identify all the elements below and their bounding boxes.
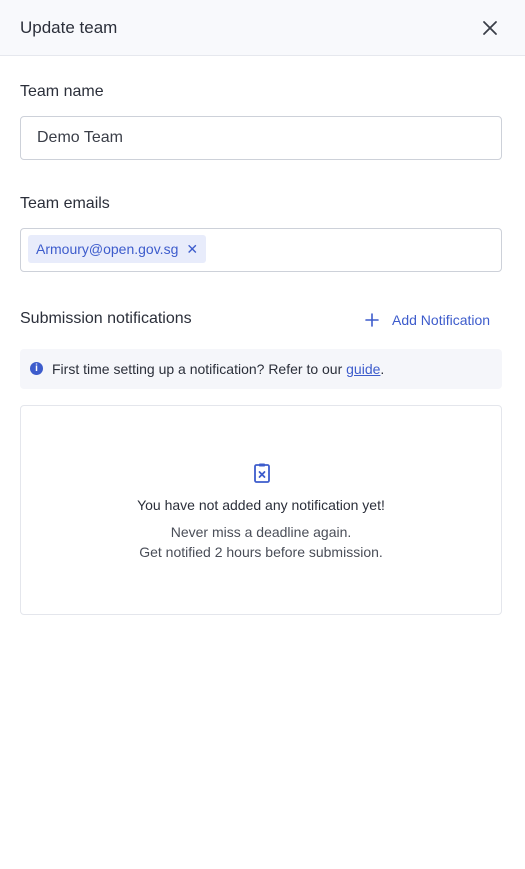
submission-notifications-heading: Submission notifications xyxy=(20,310,192,327)
close-button[interactable] xyxy=(478,16,502,40)
empty-state-title: You have not added any notification yet! xyxy=(137,497,385,513)
team-emails-input[interactable]: Armoury@open.gov.sg ✕ xyxy=(20,228,502,272)
add-notification-label: Add Notification xyxy=(392,312,491,328)
drawer-title: Update team xyxy=(20,18,118,37)
info-icon: i xyxy=(30,362,43,375)
info-text: First time setting up a notification? Re… xyxy=(52,361,384,377)
close-icon xyxy=(483,21,497,35)
empty-state-card: You have not added any notification yet!… xyxy=(20,405,502,615)
clipboard-x-icon xyxy=(254,463,270,483)
team-name-input[interactable]: Demo Team xyxy=(20,116,502,160)
email-tag: Armoury@open.gov.sg ✕ xyxy=(28,235,207,263)
guide-link[interactable]: guide xyxy=(346,361,380,377)
team-name-value: Demo Team xyxy=(37,129,123,146)
empty-state-line-2: Get notified 2 hours before submission. xyxy=(139,544,383,560)
drawer-header: Update team xyxy=(0,0,525,56)
team-name-label: Team name xyxy=(20,83,104,100)
info-banner: i First time setting up a notification? … xyxy=(20,349,502,389)
plus-icon xyxy=(365,313,379,327)
remove-tag-icon[interactable]: ✕ xyxy=(186,242,198,256)
info-message: First time setting up a notification? Re… xyxy=(52,361,347,377)
team-emails-label: Team emails xyxy=(20,195,110,212)
email-tag-text: Armoury@open.gov.sg xyxy=(36,241,179,257)
empty-state-line-1: Never miss a deadline again. xyxy=(170,524,352,540)
add-notification-button[interactable]: Add Notification xyxy=(364,309,490,331)
info-suffix: . xyxy=(380,361,385,377)
